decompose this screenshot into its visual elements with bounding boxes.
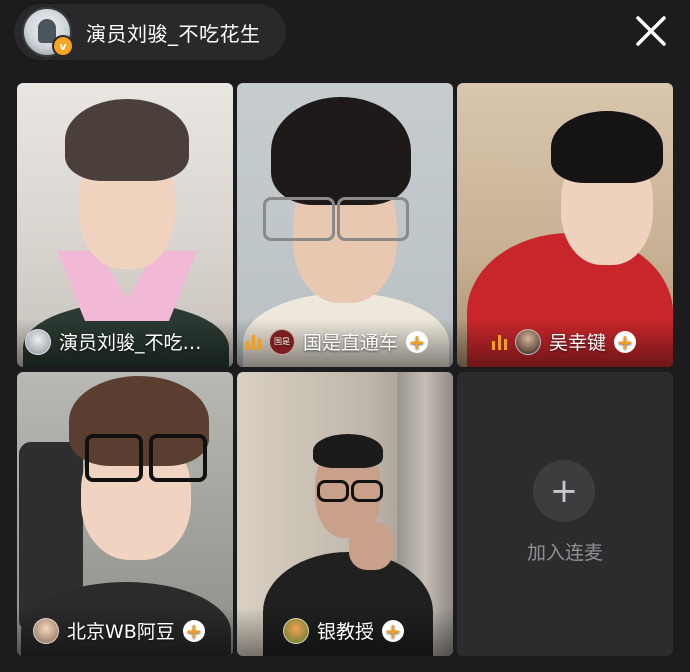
participant-hand [349, 522, 393, 570]
speaking-audio-icon [246, 334, 261, 350]
follow-plus-button[interactable]: + [614, 330, 637, 353]
join-cohost-slot[interactable]: + 加入连麦 [457, 372, 673, 656]
participant-avatar [515, 328, 541, 355]
participant-tile-1[interactable]: 演员刘骏_不吃… [17, 83, 233, 367]
participant-name: 国是直通车 [303, 332, 399, 354]
host-info-pill[interactable]: v 演员刘骏_不吃花生 [14, 4, 286, 60]
glasses-right [149, 434, 207, 482]
participant-hair [271, 97, 411, 205]
participant-avatar [25, 328, 51, 355]
participant-label: 吴幸键 + [491, 328, 637, 355]
participant-label: 国是 国是直通车 + [245, 328, 429, 355]
participant-name: 吴幸键 [549, 332, 607, 354]
participant-tile-3[interactable]: 吴幸键 + [457, 83, 673, 367]
glasses-left [263, 197, 335, 241]
plus-icon[interactable]: + [533, 460, 595, 522]
host-avatar[interactable]: v [22, 7, 74, 57]
participant-avatar [33, 617, 59, 644]
follow-plus-button[interactable]: + [182, 619, 205, 642]
host-name: 演员刘骏_不吃花生 [86, 21, 261, 46]
close-icon[interactable] [634, 14, 668, 48]
participant-label: 银教授 + [283, 617, 405, 644]
follow-plus-button[interactable]: + [406, 330, 429, 353]
participant-tile-2[interactable]: 国是 国是直通车 + [237, 83, 453, 367]
live-cohost-screen: v 演员刘骏_不吃花生 演员刘骏_不吃… 国是 国是直通车 + 吴幸键 + 北京… [0, 0, 690, 672]
participant-avatar [283, 617, 309, 644]
verified-v-icon: v [52, 35, 74, 57]
participant-tile-4[interactable]: 北京WB阿豆 + [17, 372, 233, 656]
participant-avatar: 国是 [269, 328, 295, 355]
participant-label: 北京WB阿豆 + [33, 617, 205, 644]
participant-name: 银教授 [317, 621, 375, 643]
glasses-right [351, 480, 383, 502]
participant-hair [551, 111, 663, 183]
follow-plus-button[interactable]: + [382, 619, 405, 642]
participant-hair [65, 99, 189, 181]
glasses-left [85, 434, 143, 482]
participant-tile-5[interactable]: 银教授 + [237, 372, 453, 656]
participant-hair [313, 434, 383, 468]
glasses-right [337, 197, 409, 241]
participant-name: 北京WB阿豆 [67, 621, 175, 643]
glasses-left [317, 480, 349, 502]
participant-label: 演员刘骏_不吃… [25, 328, 202, 355]
speaking-audio-icon [492, 334, 507, 350]
participant-name: 演员刘骏_不吃… [59, 332, 202, 354]
join-cohost-label: 加入连麦 [526, 542, 603, 564]
avatar-text: 国是 [274, 337, 290, 346]
